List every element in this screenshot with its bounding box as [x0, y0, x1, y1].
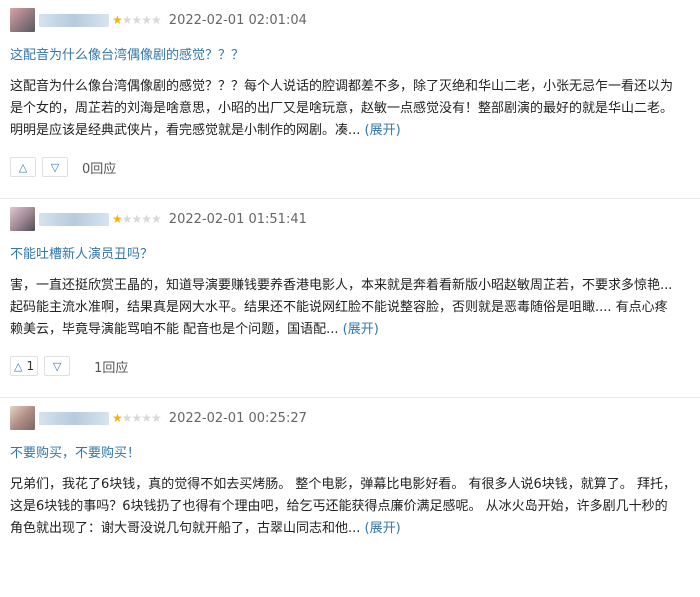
star-icon: ★ [112, 411, 123, 425]
avatar[interactable] [10, 8, 35, 32]
review-item: ★★★★★ 2022-02-01 00:25:27 不要购买，不要购买！ 兄弟们… [0, 398, 700, 597]
reply-link[interactable]: 0回应 [82, 158, 116, 177]
star-icon: ★★★★ [121, 13, 162, 27]
review-time: 2022-02-01 00:25:27 [168, 410, 307, 426]
thumb-up-icon: △ [18, 160, 28, 174]
star-icon: ★ [112, 13, 123, 27]
star-icon: ★★★★ [121, 411, 162, 425]
expand-link[interactable]: (展开) [365, 521, 401, 536]
review-title[interactable]: 不要购买，不要购买！ [10, 442, 140, 461]
thumb-down-icon: ▽ [50, 160, 60, 174]
review-item: ★★★★★ 2022-02-01 02:01:04 这配音为什么像台湾偶像剧的感… [0, 0, 700, 199]
review-body: 兄弟们，我花了6块钱，真的觉得不如去买烤肠。 整个电影，弹幕比电影好看。 有很多… [10, 474, 680, 540]
review-body: 这配音为什么像台湾偶像剧的感觉？？？每个人说话的腔调都差不多，除了灭绝和华山二老… [10, 76, 680, 142]
review-body: 害，一直还挺欣赏王晶的，知道导演要赚钱要养香港电影人，本来就是奔着看新版小昭赵敏… [10, 275, 680, 341]
review-actions: △ 1 ▽ 1回应 [10, 356, 128, 376]
review-time: 2022-02-01 02:01:04 [168, 12, 307, 28]
review-actions: △ ▽ 0回应 [10, 157, 116, 177]
rating-stars: ★★★★★ [112, 13, 162, 27]
upvote-button[interactable]: △ 1 [10, 356, 39, 376]
star-icon: ★ [112, 212, 123, 226]
avatar[interactable] [10, 207, 35, 231]
downvote-button[interactable]: ▽ [44, 356, 71, 376]
thumb-down-icon: ▽ [52, 359, 62, 373]
star-icon: ★★★★ [121, 212, 162, 226]
thumb-up-icon: △ [14, 359, 23, 373]
review-body-text: 兄弟们，我花了6块钱，真的觉得不如去买烤肠。 整个电影，弹幕比电影好看。 有很多… [10, 477, 676, 536]
username-blurred[interactable] [39, 13, 109, 27]
review-header: ★★★★★ 2022-02-01 01:51:41 [10, 207, 307, 231]
review-time: 2022-02-01 01:51:41 [168, 211, 307, 227]
review-title[interactable]: 不能吐槽新人演员丑吗？ [10, 243, 153, 262]
upvote-button[interactable]: △ [10, 157, 36, 177]
expand-link[interactable]: (展开) [365, 123, 401, 138]
expand-link[interactable]: (展开) [343, 322, 379, 337]
downvote-button[interactable]: ▽ [42, 157, 68, 177]
upvote-count: 1 [26, 359, 35, 373]
review-item: ★★★★★ 2022-02-01 01:51:41 不能吐槽新人演员丑吗？ 害，… [0, 199, 700, 398]
review-header: ★★★★★ 2022-02-01 02:01:04 [10, 8, 307, 32]
rating-stars: ★★★★★ [112, 411, 162, 425]
username-blurred[interactable] [39, 411, 109, 425]
avatar[interactable] [10, 406, 35, 430]
review-body-text: 这配音为什么像台湾偶像剧的感觉？？？每个人说话的腔调都差不多，除了灭绝和华山二老… [10, 79, 674, 138]
reply-link[interactable]: 1回应 [94, 357, 128, 376]
review-body-text: 害，一直还挺欣赏王晶的，知道导演要赚钱要养香港电影人，本来就是奔着看新版小昭赵敏… [10, 278, 673, 337]
review-header: ★★★★★ 2022-02-01 00:25:27 [10, 406, 307, 430]
review-title[interactable]: 这配音为什么像台湾偶像剧的感觉？？？ [10, 44, 244, 63]
rating-stars: ★★★★★ [112, 212, 162, 226]
username-blurred[interactable] [39, 212, 109, 226]
